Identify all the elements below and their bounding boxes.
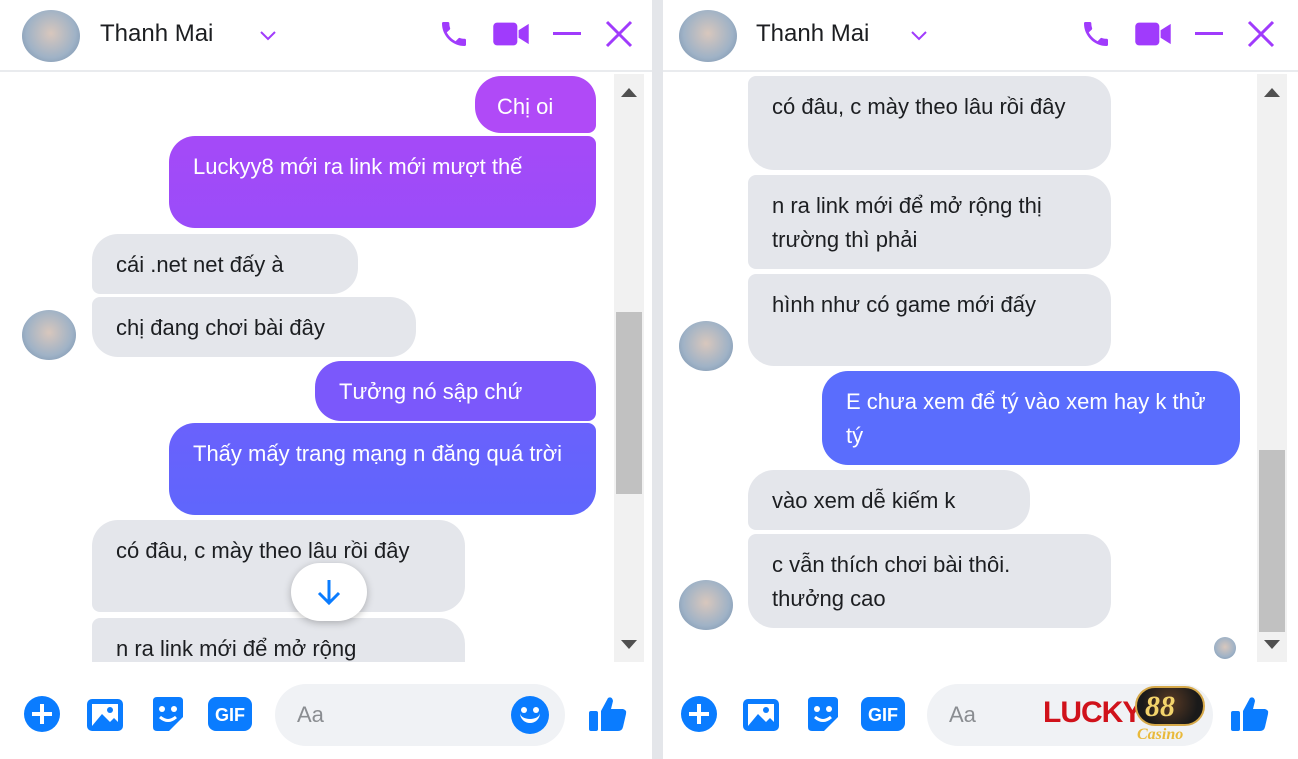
phone-icon[interactable]: [438, 18, 470, 50]
scroll-down-arrow[interactable]: [1264, 640, 1280, 649]
gif-icon[interactable]: GIF: [208, 694, 252, 734]
scroll-thumb[interactable]: [616, 312, 642, 494]
plus-circle-icon[interactable]: [679, 694, 719, 734]
composer-bar: GIF: [0, 664, 652, 759]
message-bubble-incoming[interactable]: có đâu, c mày theo lâu rồi đây: [92, 520, 465, 612]
close-icon[interactable]: [604, 19, 634, 49]
image-icon[interactable]: [741, 694, 781, 734]
scroll-up-arrow[interactable]: [621, 88, 637, 97]
scroll-to-bottom-button[interactable]: [291, 563, 367, 621]
image-icon[interactable]: [85, 694, 125, 734]
chat-header: Thanh Mai: [663, 0, 1298, 72]
message-bubble-outgoing[interactable]: Chị oi: [475, 76, 596, 133]
arrow-down-icon: [317, 580, 341, 606]
svg-text:GIF: GIF: [215, 705, 245, 725]
message-bubble-outgoing[interactable]: Tưởng nó sập chứ: [315, 361, 596, 421]
sticker-icon[interactable]: [803, 694, 843, 734]
lucky88-casino-logo: LUCKY 88 Casino: [1043, 682, 1213, 743]
chevron-down-icon[interactable]: [258, 25, 278, 45]
close-icon[interactable]: [1246, 19, 1276, 49]
gif-icon[interactable]: GIF: [861, 694, 905, 734]
message-bubble-incoming[interactable]: cái .net net đấy à: [92, 234, 358, 294]
chat-window-left: Thanh Mai Chị oi Luckyy8 mới ra link mới…: [0, 0, 652, 759]
message-bubble-incoming[interactable]: vào xem dễ kiếm k: [748, 470, 1030, 530]
sticker-icon[interactable]: [148, 694, 188, 734]
scroll-up-arrow[interactable]: [1264, 88, 1280, 97]
seen-indicator-avatar: [1214, 637, 1236, 659]
minimize-icon[interactable]: [1194, 19, 1224, 49]
like-icon[interactable]: [588, 694, 628, 734]
plus-circle-icon[interactable]: [22, 694, 62, 734]
message-bubble-incoming[interactable]: c vẫn thích chơi bài thôi. thưởng cao: [748, 534, 1111, 628]
message-input[interactable]: [297, 684, 477, 746]
chat-window-right: Thanh Mai có đâu, c mày theo lâu rồi đây…: [663, 0, 1298, 759]
message-bubble-incoming[interactable]: hình như có game mới đấy: [748, 274, 1111, 366]
message-bubble-incoming[interactable]: n ra link mới để mở rộng thị trường thì …: [748, 175, 1111, 269]
message-bubble-outgoing[interactable]: Thấy mấy trang mạng n đăng quá trời: [169, 423, 596, 515]
logo-number-badge: 88: [1135, 686, 1205, 726]
message-bubble-outgoing[interactable]: Luckyy8 mới ra link mới mượt thế: [169, 136, 596, 228]
sender-avatar[interactable]: [679, 321, 733, 371]
contact-name[interactable]: Thanh Mai: [100, 20, 213, 48]
chevron-down-icon[interactable]: [909, 25, 929, 45]
emoji-icon[interactable]: [511, 696, 549, 734]
contact-avatar[interactable]: [22, 10, 80, 62]
sender-avatar[interactable]: [679, 580, 733, 630]
phone-icon[interactable]: [1080, 18, 1112, 50]
message-input-wrapper[interactable]: [275, 684, 565, 746]
sender-avatar[interactable]: [22, 310, 76, 360]
logo-casino-text: Casino: [1137, 726, 1184, 743]
message-list[interactable]: có đâu, c mày theo lâu rồi đây n ra link…: [663, 74, 1298, 662]
message-bubble-incoming[interactable]: có đâu, c mày theo lâu rồi đây: [748, 76, 1111, 170]
svg-text:GIF: GIF: [868, 705, 898, 725]
video-icon[interactable]: [1134, 19, 1172, 49]
scrollbar[interactable]: [614, 74, 644, 662]
message-bubble-outgoing[interactable]: E chưa xem để tý vào xem hay k thử tý: [822, 371, 1240, 465]
composer-bar: GIF LUCKY 88 Casino: [663, 664, 1298, 759]
scrollbar[interactable]: [1257, 74, 1287, 662]
scroll-thumb[interactable]: [1259, 450, 1285, 632]
message-bubble-incoming[interactable]: chị đang chơi bài đây: [92, 297, 416, 357]
message-bubble-incoming[interactable]: n ra link mới để mở rộng: [92, 618, 465, 662]
chat-header: Thanh Mai: [0, 0, 652, 72]
video-icon[interactable]: [492, 19, 530, 49]
like-icon[interactable]: [1230, 694, 1270, 734]
minimize-icon[interactable]: [552, 19, 582, 49]
window-divider: [652, 0, 663, 759]
scroll-down-arrow[interactable]: [621, 640, 637, 649]
contact-avatar[interactable]: [679, 10, 737, 62]
contact-name[interactable]: Thanh Mai: [756, 20, 869, 48]
logo-brand-text: LUCKY: [1043, 696, 1142, 729]
